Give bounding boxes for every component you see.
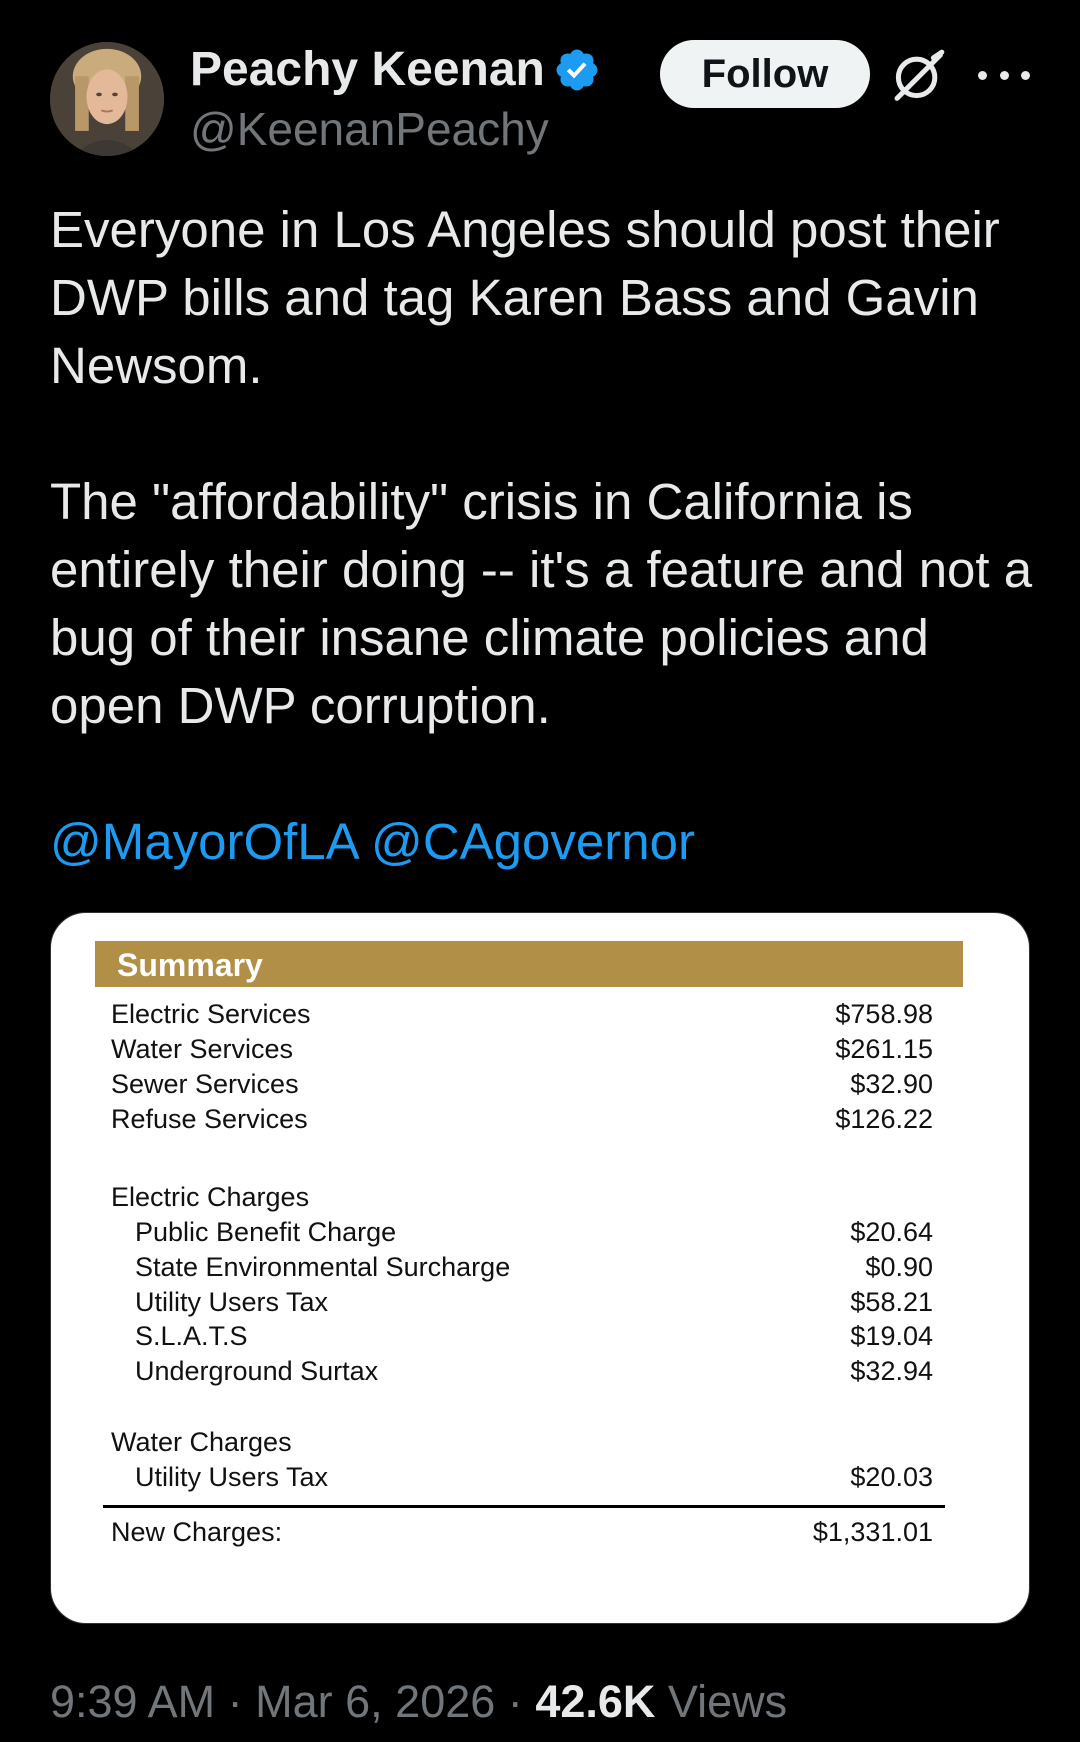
bill-line-amount: $0.90 xyxy=(865,1252,933,1282)
author-avatar[interactable] xyxy=(50,42,164,156)
tweet-paragraph: Everyone in Los Angeles should post thei… xyxy=(50,201,1000,394)
bill-line-label: Refuse Services xyxy=(111,1104,308,1134)
bill-total-label: New Charges: xyxy=(111,1517,283,1547)
bill-line-electric-services: Electric Services $758.98 xyxy=(111,997,993,1031)
bill-line-slats: S.L.A.T.S $19.04 xyxy=(111,1319,993,1353)
bill-section-water-charges: Water Charges xyxy=(111,1425,993,1459)
bill-line-label: Underground Surtax xyxy=(135,1356,379,1386)
grok-icon[interactable] xyxy=(890,48,946,104)
bill-line-label: Utility Users Tax xyxy=(135,1287,329,1317)
more-options-icon[interactable] xyxy=(978,60,1030,90)
tweet-post: Peachy Keenan @KeenanPeachy Follow Every… xyxy=(0,0,1080,1742)
bill-line-water-services: Water Services $261.15 xyxy=(111,1032,993,1066)
bill-line-amount: $32.90 xyxy=(850,1069,933,1099)
bill-image[interactable]: Summary Electric Services $758.98 Water … xyxy=(50,912,1030,1624)
post-time[interactable]: 9:39 AM xyxy=(50,1676,215,1727)
more-dot xyxy=(1021,70,1030,80)
meta-separator: · xyxy=(227,1676,243,1727)
total-divider xyxy=(103,1505,945,1508)
bill-line-public-benefit-charge: Public Benefit Charge $20.64 xyxy=(111,1215,993,1249)
tweet-paragraph: The "affordability" crisis in California… xyxy=(50,473,1033,734)
mention-link-cagovernor[interactable]: @CAgovernor xyxy=(371,813,695,870)
bill-total-amount: $1,331.01 xyxy=(812,1517,933,1547)
more-dot xyxy=(978,70,987,80)
author-name-text: Peachy Keenan xyxy=(190,43,545,96)
bill-line-amount: $758.98 xyxy=(835,999,933,1029)
bill-line-utility-users-tax-electric: Utility Users Tax $58.21 xyxy=(111,1285,993,1319)
views-count: 42.6K xyxy=(535,1676,656,1727)
bill-line-refuse-services: Refuse Services $126.22 xyxy=(111,1102,993,1136)
tweet-text: Everyone in Los Angeles should post thei… xyxy=(50,196,1050,740)
tweet-mentions: @MayorOfLA @CAgovernor xyxy=(50,808,695,876)
verified-badge-icon[interactable] xyxy=(553,46,601,94)
post-date[interactable]: Mar 6, 2026 xyxy=(255,1676,495,1727)
bill-line-label: State Environmental Surcharge xyxy=(135,1252,511,1282)
views-label: Views xyxy=(667,1676,788,1727)
bill-line-label: Utility Users Tax xyxy=(135,1462,329,1492)
bill-line-sewer-services: Sewer Services $32.90 xyxy=(111,1067,993,1101)
post-metadata: 9:39 AM · Mar 6, 2026 · 42.6K Views xyxy=(50,1676,787,1728)
bill-line-amount: $126.22 xyxy=(835,1104,933,1134)
bill-line-utility-users-tax-water: Utility Users Tax $20.03 xyxy=(111,1460,993,1494)
bill-section-heading: Water Charges xyxy=(111,1427,292,1457)
meta-separator: · xyxy=(507,1676,523,1727)
avatar-image xyxy=(50,42,164,156)
bill-line-underground-surtax: Underground Surtax $32.94 xyxy=(111,1354,993,1388)
more-dot xyxy=(999,70,1009,80)
bill-line-label: Public Benefit Charge xyxy=(135,1217,397,1247)
bill-line-amount: $19.04 xyxy=(850,1321,933,1351)
bill-section-heading: Electric Charges xyxy=(111,1182,310,1212)
mention-link-mayorofla[interactable]: @MayorOfLA xyxy=(50,813,357,870)
bill-line-amount: $20.64 xyxy=(850,1217,933,1247)
bill-line-label: Electric Services xyxy=(111,999,311,1029)
summary-header-bar: Summary xyxy=(95,941,963,987)
bill-line-amount: $58.21 xyxy=(850,1287,933,1317)
follow-button[interactable]: Follow xyxy=(660,40,870,108)
bill-section-electric-charges: Electric Charges xyxy=(111,1180,993,1214)
bill-line-label: S.L.A.T.S xyxy=(135,1321,248,1351)
summary-title: Summary xyxy=(117,947,263,983)
bill-line-amount: $32.94 xyxy=(850,1356,933,1386)
author-display-name[interactable]: Peachy Keenan xyxy=(190,42,601,97)
bill-line-amount: $261.15 xyxy=(835,1034,933,1064)
author-handle[interactable]: @KeenanPeachy xyxy=(190,102,549,156)
bill-line-state-environmental-surcharge: State Environmental Surcharge $0.90 xyxy=(111,1250,993,1284)
bill-line-label: Water Services xyxy=(111,1034,294,1064)
bill-line-label: Sewer Services xyxy=(111,1069,299,1099)
bill-line-amount: $20.03 xyxy=(850,1462,933,1492)
bill-total-row: New Charges: $1,331.01 xyxy=(111,1515,993,1549)
